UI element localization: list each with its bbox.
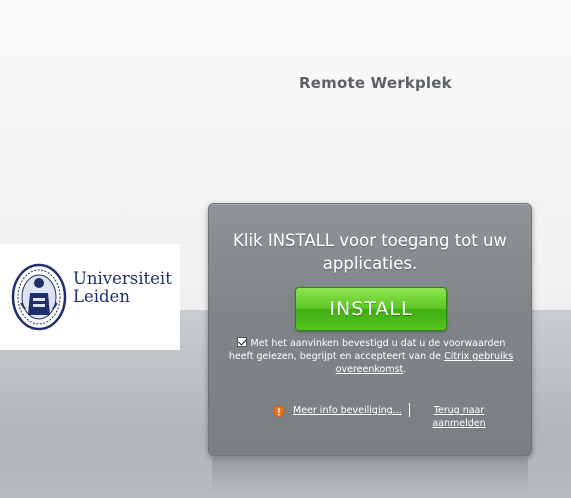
consent-checkbox[interactable]	[236, 337, 247, 347]
consent-period: .	[403, 364, 407, 375]
shield-icon	[273, 405, 285, 418]
back-to-login-link[interactable]: Terug naar aanmelden	[416, 404, 502, 430]
consent-text: Met het aanvinken bevestigd u dat u de v…	[223, 337, 519, 376]
app-title: Remote Werkplek	[299, 74, 452, 92]
panel-headline: Klik INSTALL voor toegang tot uw applica…	[233, 231, 507, 273]
panel-reflection	[212, 458, 528, 494]
security-info-link[interactable]: Meer info beveiliging...	[293, 404, 402, 417]
footer-divider	[409, 403, 410, 417]
install-button[interactable]: INSTALL	[295, 287, 447, 331]
university-name: Universiteit Leiden	[73, 270, 172, 306]
logo-line-1: Universiteit	[73, 269, 172, 288]
university-seal-icon	[11, 263, 67, 331]
logo-line-2: Leiden	[73, 287, 130, 306]
install-panel: Klik INSTALL voor toegang tot uw applica…	[208, 203, 532, 456]
